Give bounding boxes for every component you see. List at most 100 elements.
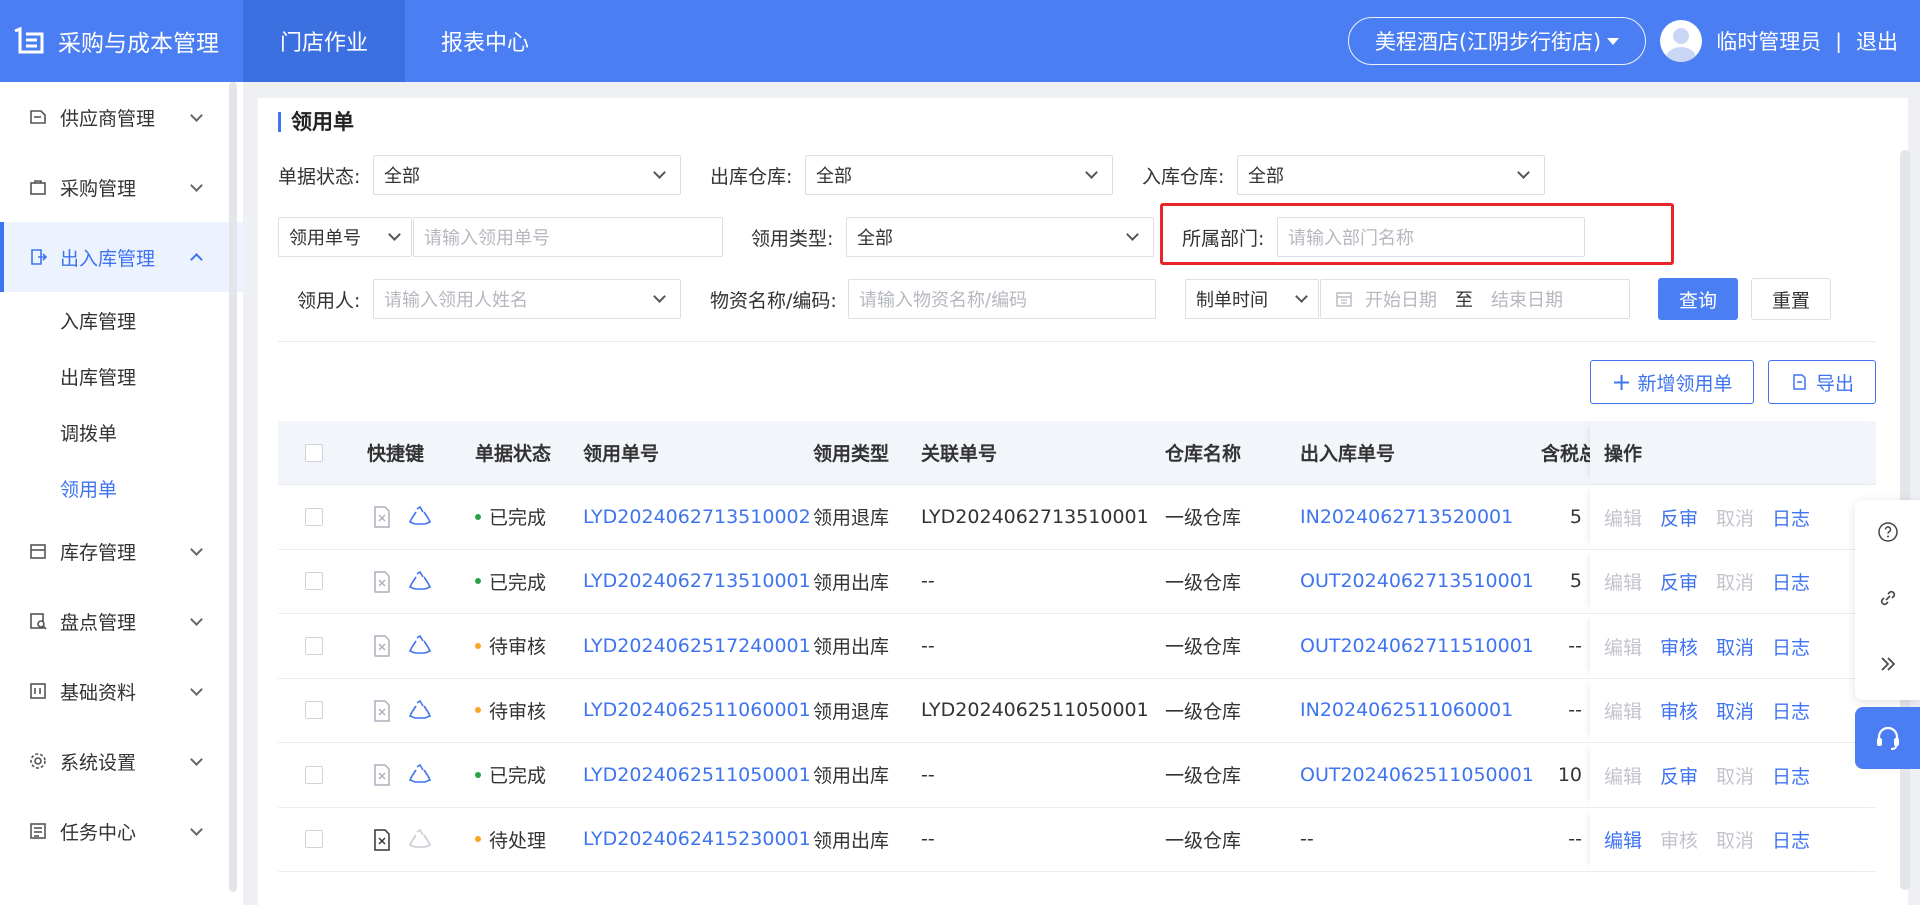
op-action-2[interactable]: 取消 bbox=[1716, 633, 1754, 660]
use-type-select[interactable]: 全部 bbox=[846, 217, 1154, 257]
doc-no-link[interactable]: LYD2024062415230001 bbox=[583, 828, 811, 850]
recycle-icon[interactable] bbox=[408, 634, 432, 663]
sidebar-scrollbar[interactable] bbox=[229, 82, 237, 892]
doc-no-link[interactable]: LYD2024062713510002 bbox=[583, 506, 811, 528]
reset-button[interactable]: 重置 bbox=[1751, 278, 1831, 320]
document-delete-icon[interactable] bbox=[373, 828, 391, 856]
material-input[interactable]: 请输入物资名称/编码 bbox=[848, 279, 1156, 319]
document-delete-icon[interactable] bbox=[373, 635, 391, 662]
doc-type-select[interactable]: 领用单号 bbox=[278, 217, 412, 257]
op-action-3[interactable]: 日志 bbox=[1772, 762, 1810, 789]
op-action-3[interactable]: 日志 bbox=[1772, 633, 1810, 660]
op-action-0[interactable]: 编辑 bbox=[1604, 762, 1642, 789]
person-select[interactable]: 请输入领用人姓名 bbox=[373, 279, 681, 319]
row-checkbox[interactable] bbox=[305, 830, 323, 849]
row-checkbox[interactable] bbox=[305, 765, 323, 784]
sidebar-item-purchase[interactable]: 采购管理 bbox=[0, 152, 243, 222]
doc-no-input[interactable]: 请输入领用单号 bbox=[413, 217, 723, 257]
sidebar-item-tasks[interactable]: 任务中心 bbox=[0, 796, 243, 866]
nav-tab-store-ops[interactable]: 门店作业 bbox=[243, 0, 405, 82]
store-selector[interactable]: 美程酒店(江阴步行街店) bbox=[1347, 17, 1647, 65]
sidebar-subitem-inbound[interactable]: 入库管理 bbox=[0, 292, 243, 348]
op-action-3[interactable]: 日志 bbox=[1772, 826, 1810, 853]
add-requisition-button[interactable]: + 新增领用单 bbox=[1590, 360, 1754, 404]
op-action-1[interactable]: 审核 bbox=[1660, 826, 1698, 853]
doc-no-link[interactable]: LYD2024062713510001 bbox=[583, 570, 811, 592]
doc-no-link[interactable]: LYD2024062511060001 bbox=[583, 699, 811, 721]
sidebar-subitem-outbound[interactable]: 出库管理 bbox=[0, 348, 243, 404]
nav-tab-reports[interactable]: 报表中心 bbox=[405, 0, 565, 82]
table-row[interactable]: 已完成 LYD2024062511050001 领用出库 -- 一级仓库 OUT… bbox=[278, 743, 1876, 808]
op-action-3[interactable]: 日志 bbox=[1772, 697, 1810, 724]
sidebar-item-supplier[interactable]: 供应商管理 bbox=[0, 82, 243, 152]
sidebar-item-warehouse-io[interactable]: 出入库管理 bbox=[0, 222, 243, 292]
op-action-2[interactable]: 取消 bbox=[1716, 504, 1754, 531]
table-row[interactable]: 已完成 LYD2024062713510002 领用退库 LYD20240627… bbox=[278, 485, 1876, 550]
export-button[interactable]: 导出 bbox=[1768, 360, 1876, 404]
op-action-0[interactable]: 编辑 bbox=[1604, 633, 1642, 660]
logout-link[interactable]: 退出 bbox=[1856, 26, 1898, 56]
op-action-3[interactable]: 日志 bbox=[1772, 504, 1810, 531]
support-button[interactable] bbox=[1855, 707, 1920, 769]
brand[interactable]: 采购与成本管理 bbox=[0, 0, 243, 82]
time-type-select[interactable]: 制单时间 bbox=[1185, 279, 1319, 319]
query-button[interactable]: 查询 bbox=[1658, 278, 1738, 320]
top-bar: 采购与成本管理 门店作业 报表中心 美程酒店(江阴步行街店) 临时管理员 | 退… bbox=[0, 0, 1920, 82]
op-action-0[interactable]: 编辑 bbox=[1604, 697, 1642, 724]
op-action-1[interactable]: 反审 bbox=[1660, 568, 1698, 595]
date-range-input[interactable]: 开始日期 至 结束日期 bbox=[1320, 279, 1630, 319]
recycle-icon[interactable] bbox=[408, 828, 432, 857]
collapse-icon[interactable] bbox=[1876, 652, 1900, 676]
io-no-cell[interactable]: OUT2024062711510001 bbox=[1300, 635, 1534, 657]
row-checkbox[interactable] bbox=[305, 701, 323, 720]
use-type-cell: 领用出库 bbox=[813, 571, 890, 594]
op-action-2[interactable]: 取消 bbox=[1716, 826, 1754, 853]
sidebar-item-inventory[interactable]: 库存管理 bbox=[0, 516, 243, 586]
link-icon[interactable] bbox=[1876, 586, 1900, 610]
recycle-icon[interactable] bbox=[408, 505, 432, 534]
row-checkbox[interactable] bbox=[305, 636, 323, 655]
sidebar-item-basic-data[interactable]: 基础资料 bbox=[0, 656, 243, 726]
op-action-1[interactable]: 审核 bbox=[1660, 633, 1698, 660]
recycle-icon[interactable] bbox=[408, 763, 432, 792]
op-action-0[interactable]: 编辑 bbox=[1604, 504, 1642, 531]
recycle-icon[interactable] bbox=[408, 699, 432, 728]
row-checkbox[interactable] bbox=[305, 572, 323, 591]
op-action-0[interactable]: 编辑 bbox=[1604, 826, 1642, 853]
in-warehouse-select[interactable]: 全部 bbox=[1237, 155, 1545, 195]
op-action-2[interactable]: 取消 bbox=[1716, 762, 1754, 789]
io-no-cell[interactable]: OUT2024062713510001 bbox=[1300, 570, 1534, 592]
sidebar-subitem-requisition[interactable]: 领用单 bbox=[0, 460, 243, 516]
document-delete-icon[interactable] bbox=[373, 506, 391, 533]
op-action-2[interactable]: 取消 bbox=[1716, 697, 1754, 724]
sidebar-item-settings[interactable]: 系统设置 bbox=[0, 726, 243, 796]
doc-no-link[interactable]: LYD2024062511050001 bbox=[583, 764, 811, 786]
op-action-2[interactable]: 取消 bbox=[1716, 568, 1754, 595]
sidebar-item-stocktake[interactable]: 盘点管理 bbox=[0, 586, 243, 656]
op-action-3[interactable]: 日志 bbox=[1772, 568, 1810, 595]
document-delete-icon[interactable] bbox=[373, 699, 391, 727]
op-action-1[interactable]: 反审 bbox=[1660, 504, 1698, 531]
status-select[interactable]: 全部 bbox=[373, 155, 681, 195]
row-checkbox[interactable] bbox=[305, 507, 323, 526]
highlight-box bbox=[1160, 203, 1674, 265]
out-warehouse-select[interactable]: 全部 bbox=[805, 155, 1113, 195]
io-no-cell[interactable]: IN2024062713520001 bbox=[1300, 506, 1513, 528]
io-no-cell[interactable]: IN2024062511060001 bbox=[1300, 699, 1513, 721]
avatar[interactable] bbox=[1660, 20, 1703, 62]
help-icon[interactable] bbox=[1876, 520, 1900, 544]
op-action-1[interactable]: 审核 bbox=[1660, 697, 1698, 724]
document-delete-icon[interactable] bbox=[373, 570, 391, 598]
op-action-1[interactable]: 反审 bbox=[1660, 762, 1698, 789]
sidebar-subitem-transfer[interactable]: 调拨单 bbox=[0, 404, 243, 460]
table-row[interactable]: 待审核 LYD2024062511060001 领用退库 LYD20240625… bbox=[278, 678, 1876, 743]
document-delete-icon[interactable] bbox=[373, 764, 391, 791]
select-all-checkbox[interactable] bbox=[305, 443, 323, 462]
table-row[interactable]: 待审核 LYD2024062517240001 领用出库 -- 一级仓库 OUT… bbox=[278, 614, 1876, 679]
table-row[interactable]: 待处理 LYD2024062415230001 领用出库 -- 一级仓库 -- … bbox=[278, 807, 1876, 872]
io-no-cell[interactable]: OUT2024062511050001 bbox=[1300, 764, 1534, 786]
doc-no-link[interactable]: LYD2024062517240001 bbox=[583, 635, 811, 657]
op-action-0[interactable]: 编辑 bbox=[1604, 568, 1642, 595]
recycle-icon[interactable] bbox=[408, 570, 432, 599]
table-row[interactable]: 已完成 LYD2024062713510001 领用出库 -- 一级仓库 OUT… bbox=[278, 549, 1876, 614]
